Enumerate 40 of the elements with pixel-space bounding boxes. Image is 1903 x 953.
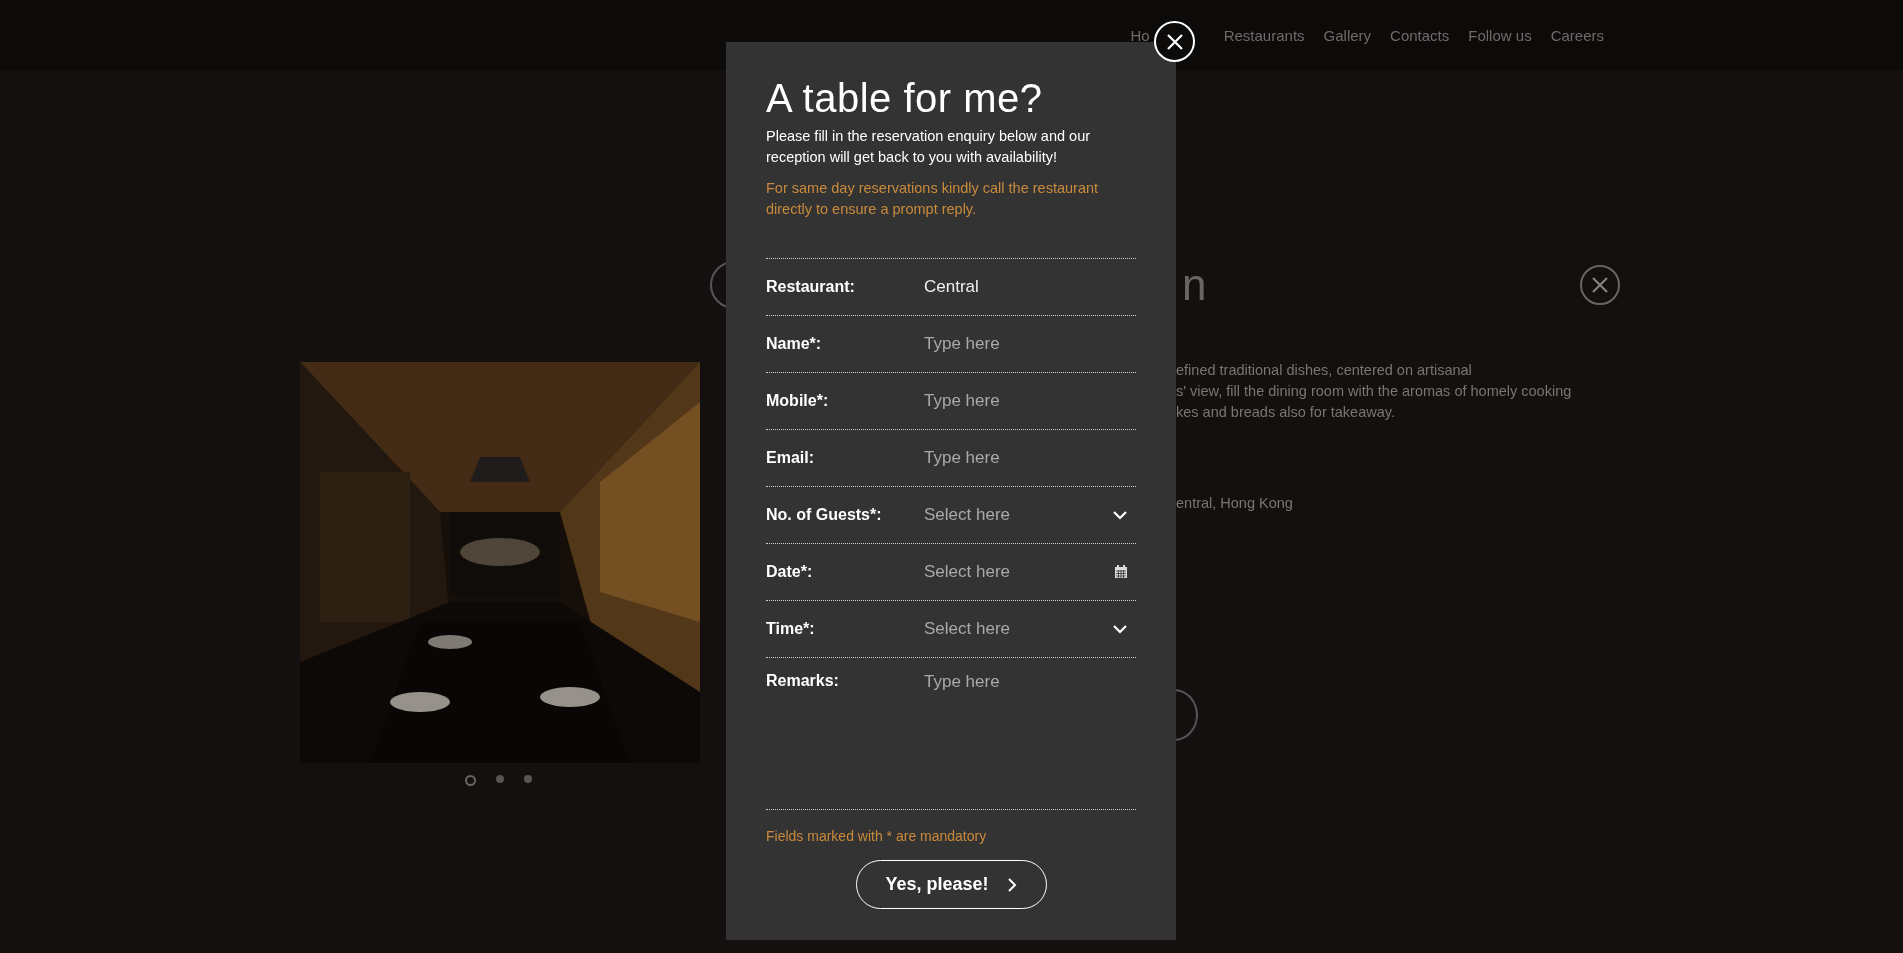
chevron-down-icon [1112,510,1128,520]
nav-link[interactable]: Restaurants [1223,26,1305,44]
close-icon [1590,275,1610,295]
nav-link[interactable]: Ho [1130,26,1150,44]
field-label: Name*: [766,335,823,353]
input-field[interactable]: Type here [924,448,1124,468]
carousel-dot[interactable] [495,775,504,783]
dropdown[interactable]: Select here [924,619,1136,639]
carousel-dot[interactable] [464,775,476,786]
field-label: Mobile*: [766,392,830,410]
description-text: efined traditional dishes, centered on artisanal [1176,361,1473,380]
nav-link[interactable]: Careers [1550,26,1604,44]
close-icon [1165,32,1184,51]
date-picker[interactable]: Select here [924,562,1136,582]
field-label: Email: [766,449,815,467]
carousel-dot[interactable] [523,775,532,783]
input-field[interactable]: Type here [924,334,1124,354]
address-text: entral, Hong Kong [1176,495,1293,511]
chevron-down-icon [1112,624,1128,634]
intro-text: Please fill in the reservation enquiry below and our reception will get back to you with availability! [766,127,1092,167]
nav-link[interactable]: Gallery [1323,26,1372,44]
description-text: s' view, fill the dining room with the aromas of homely cooking [1176,382,1572,401]
field-label: Remarks: [766,672,840,690]
notice-text: For same day reservations kindly call the restaurant directly to ensure a prompt reply. [766,179,1100,219]
dropdown[interactable]: Select here [924,505,1136,525]
chevron-right-icon [1006,876,1017,893]
field-value: Central [924,277,979,297]
text-area[interactable]: Type here [924,672,1124,782]
field-label: Restaurant: [766,278,856,296]
input-field[interactable]: Type here [924,391,1124,411]
calendar-icon [1114,565,1128,579]
field-label: No. of Guests*: [766,506,883,524]
field-label: Date*: [766,563,814,581]
nav-link[interactable]: Follow us [1468,26,1532,44]
modal-title: A table for me? [766,75,1044,122]
mandatory-note: Fields marked with * are mandatory [766,828,988,844]
heading: n [1182,260,1207,310]
nav-link[interactable]: Contacts [1390,26,1450,44]
field-label: Time*: [766,620,816,638]
description-text: kes and breads also for takeaway. [1176,403,1396,422]
